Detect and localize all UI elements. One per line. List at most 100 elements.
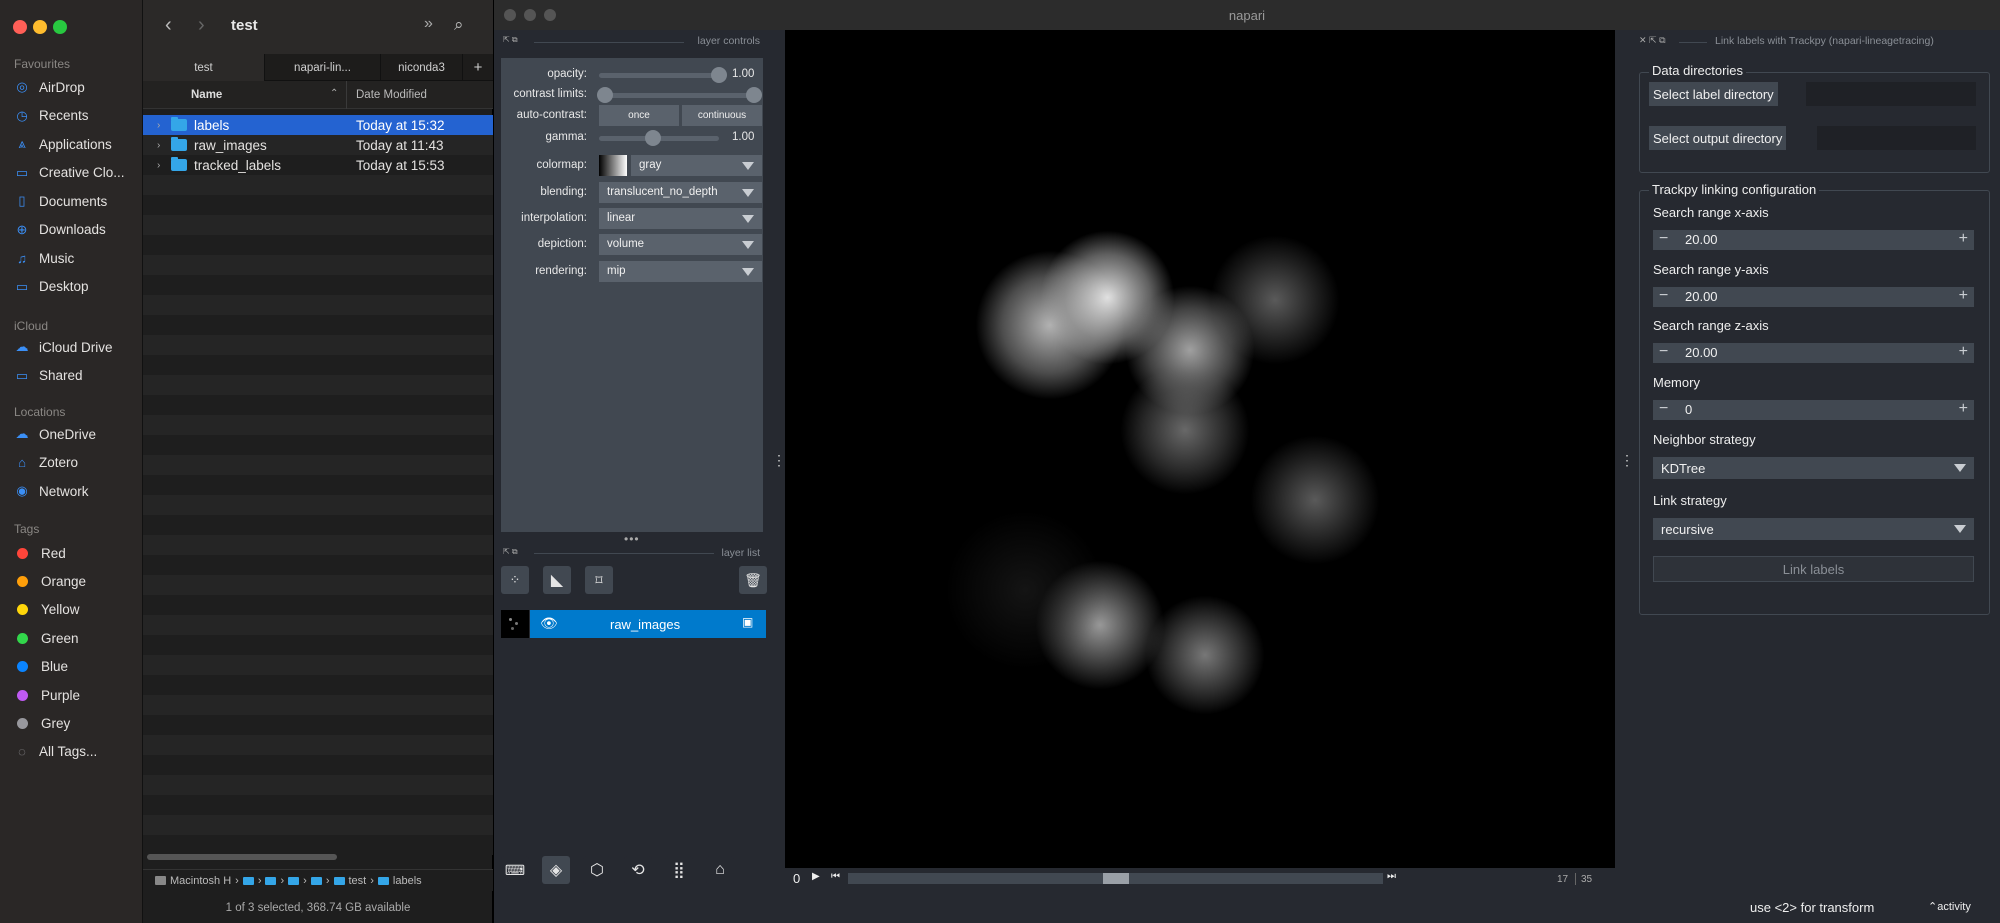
sidebar-item-all-tags[interactable]: ◌ All Tags...: [14, 739, 140, 763]
minus-icon[interactable]: −: [1659, 287, 1668, 305]
blending-select[interactable]: translucent_no_depth: [599, 182, 762, 203]
new-tab-plus-icon[interactable]: +: [463, 54, 493, 81]
output-directory-field[interactable]: [1817, 126, 1976, 150]
sidebar-tag-yellow[interactable]: Yellow: [14, 598, 140, 622]
new-shapes-layer-icon[interactable]: ◣: [543, 566, 571, 594]
dock-float-icon[interactable]: ⇱ ⧉: [503, 547, 518, 557]
plus-icon[interactable]: +: [1959, 343, 1968, 361]
viewer-canvas[interactable]: [785, 30, 1615, 868]
eye-visibility-icon[interactable]: 👁: [540, 615, 558, 632]
disclosure-chevron-icon[interactable]: ›: [157, 140, 171, 151]
depiction-select[interactable]: volume: [599, 234, 762, 255]
contrast-min-handle[interactable]: [597, 87, 613, 103]
plus-icon[interactable]: +: [1959, 287, 1968, 305]
plus-icon[interactable]: +: [1959, 230, 1968, 248]
console-icon[interactable]: ⌨: [501, 856, 529, 884]
dims-slider-handle[interactable]: [1102, 873, 1129, 884]
tab-napari-lin[interactable]: napari-lin...: [265, 54, 381, 81]
close-window-button[interactable]: [504, 9, 516, 21]
table-row[interactable]: › raw_images Today at 11:43: [143, 135, 493, 155]
search-range-z-value[interactable]: 20.00: [1685, 345, 1718, 360]
home-icon[interactable]: ⌂: [706, 856, 734, 884]
minimize-window-button[interactable]: [33, 20, 47, 34]
sidebar-item-music[interactable]: ♫ Music: [14, 246, 140, 270]
neighbor-strategy-select[interactable]: KDTree: [1653, 457, 1974, 479]
folder-icon[interactable]: [242, 876, 254, 885]
memory-value[interactable]: 0: [1685, 402, 1692, 417]
sidebar-item-zotero[interactable]: ⌂ Zotero: [14, 451, 140, 475]
zoom-window-button[interactable]: [544, 9, 556, 21]
search-range-z-spinbox[interactable]: − 20.00 +: [1653, 343, 1974, 363]
path-segment-test[interactable]: test: [349, 875, 367, 887]
sidebar-item-creative-clo[interactable]: ▭ Creative Clo...: [14, 161, 140, 185]
sidebar-item-documents[interactable]: ▯ Documents: [14, 189, 140, 213]
minus-icon[interactable]: −: [1659, 230, 1668, 248]
table-row[interactable]: › tracked_labels Today at 15:53: [143, 155, 493, 175]
sidebar-item-airdrop[interactable]: ◎ AirDrop: [14, 75, 140, 99]
disclosure-chevron-icon[interactable]: ›: [157, 120, 171, 131]
activity-button[interactable]: ⌃activity: [1928, 900, 1971, 913]
search-range-x-spinbox[interactable]: − 20.00 +: [1653, 230, 1974, 250]
sidebar-item-shared[interactable]: ▭ Shared: [14, 364, 140, 388]
more-toolbar-icon[interactable]: »: [424, 15, 433, 33]
auto-contrast-once-button[interactable]: once: [599, 105, 679, 126]
sidebar-tag-green[interactable]: Green: [14, 626, 140, 650]
tab-niconda3[interactable]: niconda3: [381, 54, 463, 81]
step-forward-icon[interactable]: ⏭: [1387, 871, 1396, 882]
delete-layer-icon[interactable]: 🗑: [739, 566, 767, 594]
splitter-handle[interactable]: •••: [624, 532, 640, 546]
gamma-slider-handle[interactable]: [645, 130, 661, 146]
interpolation-select[interactable]: linear: [599, 208, 762, 229]
sidebar-item-desktop[interactable]: ▭ Desktop: [14, 275, 140, 299]
minimize-window-button[interactable]: [524, 9, 536, 21]
transpose-dimensions-icon[interactable]: ⟲: [624, 856, 652, 884]
contrast-limits-slider[interactable]: [599, 93, 755, 98]
play-icon[interactable]: ▶: [812, 871, 820, 882]
select-output-directory-button[interactable]: Select output directory: [1649, 126, 1787, 150]
plus-icon[interactable]: +: [1959, 400, 1968, 418]
search-range-y-value[interactable]: 20.00: [1685, 289, 1718, 304]
memory-spinbox[interactable]: − 0 +: [1653, 400, 1974, 420]
dims-slider[interactable]: [848, 873, 1383, 884]
folder-icon[interactable]: [265, 876, 277, 885]
link-labels-button[interactable]: Link labels: [1653, 556, 1974, 582]
grid-view-icon[interactable]: ⣿: [665, 856, 693, 884]
step-back-icon[interactable]: ⏮: [831, 871, 840, 882]
column-divider[interactable]: [346, 81, 347, 109]
sidebar-item-onedrive[interactable]: ☁ OneDrive: [14, 422, 140, 446]
roll-dimensions-icon[interactable]: ⬡: [583, 856, 611, 884]
left-splitter-handle[interactable]: ⋮: [772, 452, 786, 469]
sidebar-tag-red[interactable]: Red: [14, 541, 140, 565]
layer-row-raw-images[interactable]: 👁 raw_images ▣: [501, 610, 766, 638]
close-window-button[interactable]: [13, 20, 27, 34]
minus-icon[interactable]: −: [1659, 400, 1668, 418]
sidebar-item-icloud-drive[interactable]: ☁ iCloud Drive: [14, 335, 140, 359]
sidebar-item-applications[interactable]: ⩓ Applications: [14, 132, 140, 156]
label-directory-field[interactable]: [1806, 82, 1976, 106]
layer-name[interactable]: raw_images: [610, 617, 680, 632]
rendering-select[interactable]: mip: [599, 261, 762, 282]
link-strategy-select[interactable]: recursive: [1653, 518, 1974, 540]
auto-contrast-continuous-button[interactable]: continuous: [682, 105, 762, 126]
forward-arrow-icon[interactable]: ›: [198, 14, 205, 37]
path-segment-labels[interactable]: labels: [393, 875, 422, 887]
close-dock-icon[interactable]: ✕ ⇱ ⧉: [1639, 35, 1666, 46]
toggle-ndisplay-icon[interactable]: ◈: [542, 856, 570, 884]
sidebar-tag-grey[interactable]: Grey: [14, 711, 140, 735]
select-label-directory-button[interactable]: Select label directory: [1649, 82, 1778, 106]
layer-row-selected[interactable]: 👁 raw_images ▣: [530, 610, 766, 638]
search-range-x-value[interactable]: 20.00: [1685, 232, 1718, 247]
sidebar-item-network[interactable]: ◉ Network: [14, 479, 140, 503]
sidebar-item-recents[interactable]: ◷ Recents: [14, 104, 140, 128]
search-icon[interactable]: ⌕: [454, 15, 464, 35]
tab-test[interactable]: test: [143, 54, 265, 81]
horizontal-scrollbar[interactable]: [147, 854, 337, 860]
colormap-select[interactable]: gray: [631, 155, 762, 176]
path-segment-drive[interactable]: Macintosh H: [170, 875, 231, 887]
date-column-header[interactable]: Date Modified: [356, 89, 427, 101]
folder-icon[interactable]: [288, 876, 300, 885]
dock-float-icon[interactable]: ⇱ ⧉: [503, 35, 518, 45]
new-labels-layer-icon[interactable]: ⌑: [585, 566, 613, 594]
opacity-slider-handle[interactable]: [711, 67, 727, 83]
name-column-header[interactable]: Name: [191, 89, 222, 101]
